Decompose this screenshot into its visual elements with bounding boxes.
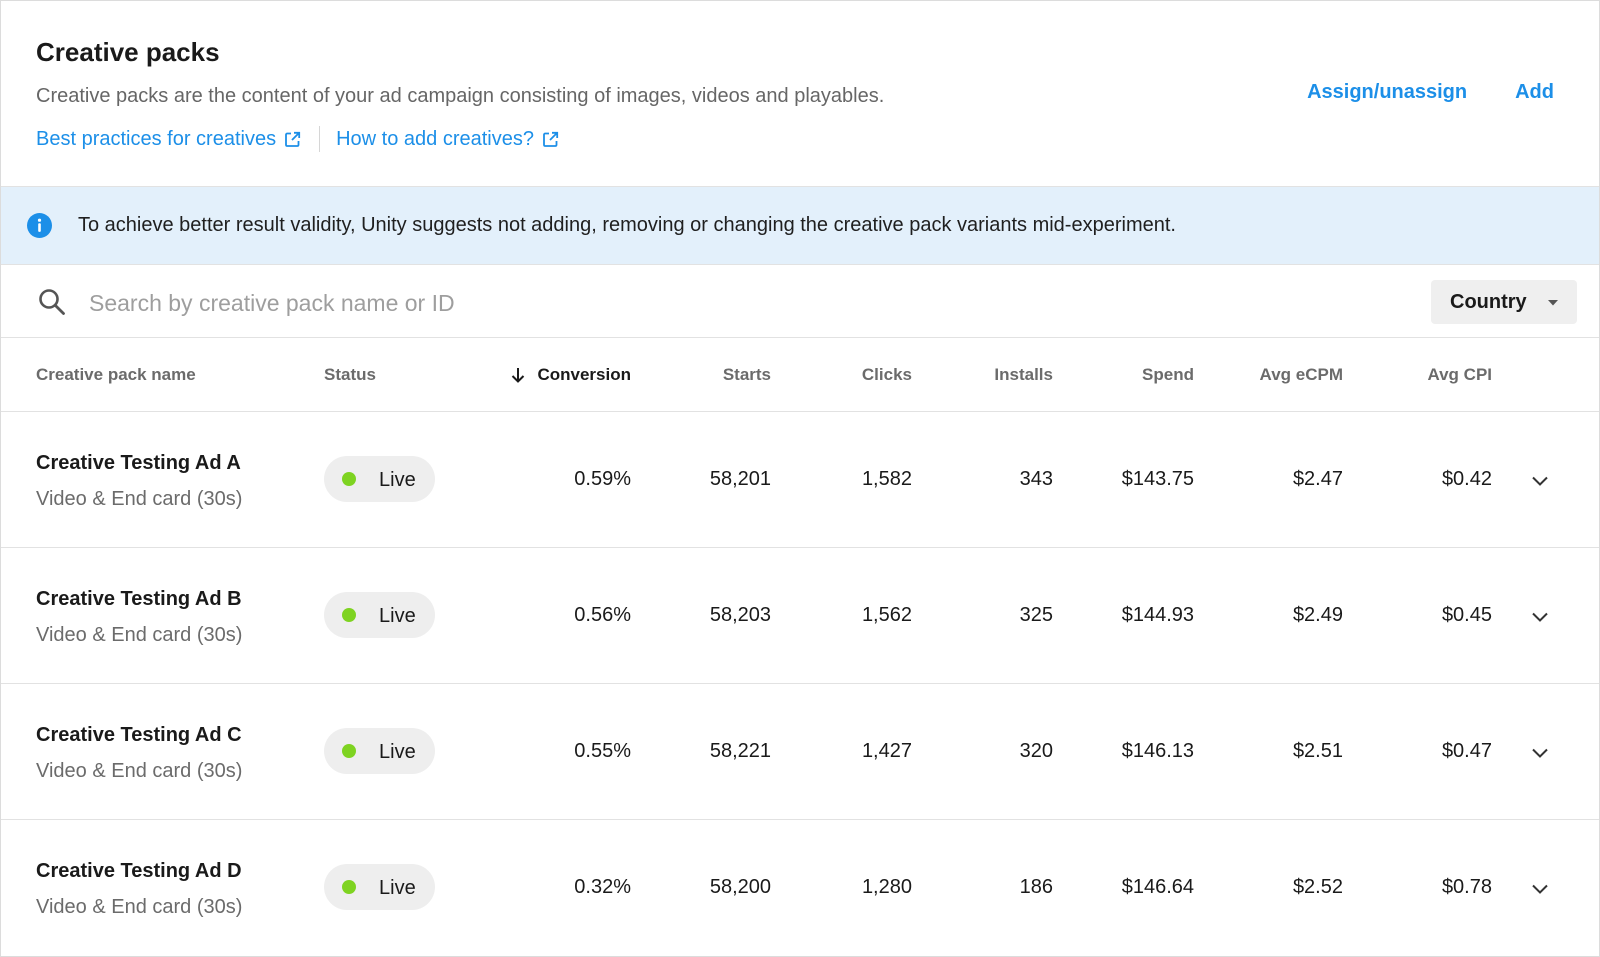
column-header-spend[interactable]: Spend xyxy=(1142,365,1194,385)
cell-avg-ecpm: $2.51 xyxy=(1292,740,1343,762)
cell-installs: 186 xyxy=(1019,876,1053,898)
cell-conversion: 0.55% xyxy=(574,740,631,762)
cell-clicks: 1,427 xyxy=(861,740,912,762)
links-divider xyxy=(319,126,321,152)
search-icon xyxy=(39,289,65,315)
creative-pack-type: Video & End card (30s) xyxy=(36,488,243,510)
country-filter-dropdown[interactable]: Country xyxy=(1431,280,1577,324)
info-banner-text: To achieve better result validity, Unity… xyxy=(78,214,1176,236)
help-links: Best practices for creatives How to add … xyxy=(36,126,559,152)
column-header-clicks[interactable]: Clicks xyxy=(862,365,912,385)
page-description: Creative packs are the content of your a… xyxy=(36,85,885,107)
how-to-add-link[interactable]: How to add creatives? xyxy=(336,128,559,151)
status-label: Live xyxy=(379,605,416,627)
chevron-down-icon[interactable] xyxy=(1528,741,1552,765)
search-input[interactable] xyxy=(87,285,1291,321)
status-badge: Live xyxy=(324,592,435,638)
cell-spend: $143.75 xyxy=(1121,468,1194,490)
chevron-down-icon[interactable] xyxy=(1528,605,1552,629)
table-header: Creative pack name Status Conversion Sta… xyxy=(1,338,1599,412)
add-button[interactable]: Add xyxy=(1515,81,1554,104)
status-label: Live xyxy=(379,469,416,491)
creative-packs-panel: Creative packs Creative packs are the co… xyxy=(0,0,1600,957)
column-header-conversion[interactable]: Conversion xyxy=(512,365,631,385)
creative-pack-type: Video & End card (30s) xyxy=(36,896,243,918)
cell-starts: 58,221 xyxy=(709,740,771,762)
cell-starts: 58,201 xyxy=(709,468,771,490)
cell-conversion: 0.59% xyxy=(574,468,631,490)
country-filter-label: Country xyxy=(1450,291,1527,313)
cell-spend: $146.64 xyxy=(1121,876,1194,898)
status-label: Live xyxy=(379,877,416,899)
external-link-icon xyxy=(285,131,301,147)
cell-avg-ecpm: $2.47 xyxy=(1292,468,1343,490)
status-badge: Live xyxy=(324,456,435,502)
cell-clicks: 1,562 xyxy=(861,604,912,626)
external-link-icon xyxy=(543,131,559,147)
info-icon xyxy=(27,213,52,238)
creative-pack-name[interactable]: Creative Testing Ad A xyxy=(36,452,241,475)
table-row[interactable]: Creative Testing Ad A Video & End card (… xyxy=(1,412,1599,548)
column-header-conversion-label: Conversion xyxy=(537,365,631,384)
column-header-starts[interactable]: Starts xyxy=(723,365,771,385)
column-header-cpi[interactable]: Avg CPI xyxy=(1427,365,1492,385)
column-header-name[interactable]: Creative pack name xyxy=(36,365,196,385)
table-row[interactable]: Creative Testing Ad D Video & End card (… xyxy=(1,820,1599,955)
cell-conversion: 0.56% xyxy=(574,604,631,626)
live-status-dot xyxy=(342,744,356,758)
cell-avg-cpi: $0.78 xyxy=(1441,876,1492,898)
cell-spend: $144.93 xyxy=(1121,604,1194,626)
creative-pack-name[interactable]: Creative Testing Ad B xyxy=(36,588,242,611)
cell-starts: 58,203 xyxy=(709,604,771,626)
cell-installs: 320 xyxy=(1019,740,1053,762)
table-row[interactable]: Creative Testing Ad B Video & End card (… xyxy=(1,548,1599,684)
column-header-status[interactable]: Status xyxy=(324,365,376,385)
info-banner: To achieve better result validity, Unity… xyxy=(1,187,1599,265)
table-row[interactable]: Creative Testing Ad C Video & End card (… xyxy=(1,684,1599,820)
live-status-dot xyxy=(342,608,356,622)
search-bar: Country xyxy=(1,265,1599,338)
cell-avg-cpi: $0.45 xyxy=(1441,604,1492,626)
creative-pack-name[interactable]: Creative Testing Ad C xyxy=(36,724,242,747)
cell-clicks: 1,280 xyxy=(861,876,912,898)
creative-pack-type: Video & End card (30s) xyxy=(36,760,243,782)
column-header-ecpm[interactable]: Avg eCPM xyxy=(1260,365,1343,385)
cell-avg-cpi: $0.47 xyxy=(1441,740,1492,762)
sort-descending-icon xyxy=(512,368,525,383)
cell-avg-ecpm: $2.52 xyxy=(1292,876,1343,898)
table-body: Creative Testing Ad A Video & End card (… xyxy=(1,412,1599,955)
chevron-down-icon[interactable] xyxy=(1528,469,1552,493)
creative-pack-name[interactable]: Creative Testing Ad D xyxy=(36,860,242,883)
panel-header: Creative packs Creative packs are the co… xyxy=(1,1,1599,187)
creative-pack-type: Video & End card (30s) xyxy=(36,624,243,646)
caret-down-icon xyxy=(1548,300,1558,306)
cell-starts: 58,200 xyxy=(709,876,771,898)
header-actions: Assign/unassign Add xyxy=(1307,81,1554,104)
cell-conversion: 0.32% xyxy=(574,876,631,898)
cell-spend: $146.13 xyxy=(1121,740,1194,762)
cell-avg-cpi: $0.42 xyxy=(1441,468,1492,490)
assign-unassign-button[interactable]: Assign/unassign xyxy=(1307,81,1467,104)
page-title: Creative packs xyxy=(36,37,220,67)
how-to-add-link-label: How to add creatives? xyxy=(336,127,534,150)
live-status-dot xyxy=(342,880,356,894)
cell-avg-ecpm: $2.49 xyxy=(1292,604,1343,626)
best-practices-link-label: Best practices for creatives xyxy=(36,127,277,150)
cell-installs: 343 xyxy=(1019,468,1053,490)
chevron-down-icon[interactable] xyxy=(1528,877,1552,901)
cell-clicks: 1,582 xyxy=(861,468,912,490)
cell-installs: 325 xyxy=(1019,604,1053,626)
status-badge: Live xyxy=(324,728,435,774)
live-status-dot xyxy=(342,472,356,486)
status-label: Live xyxy=(379,741,416,763)
best-practices-link[interactable]: Best practices for creatives xyxy=(36,128,301,151)
column-header-installs[interactable]: Installs xyxy=(994,365,1053,385)
status-badge: Live xyxy=(324,864,435,910)
